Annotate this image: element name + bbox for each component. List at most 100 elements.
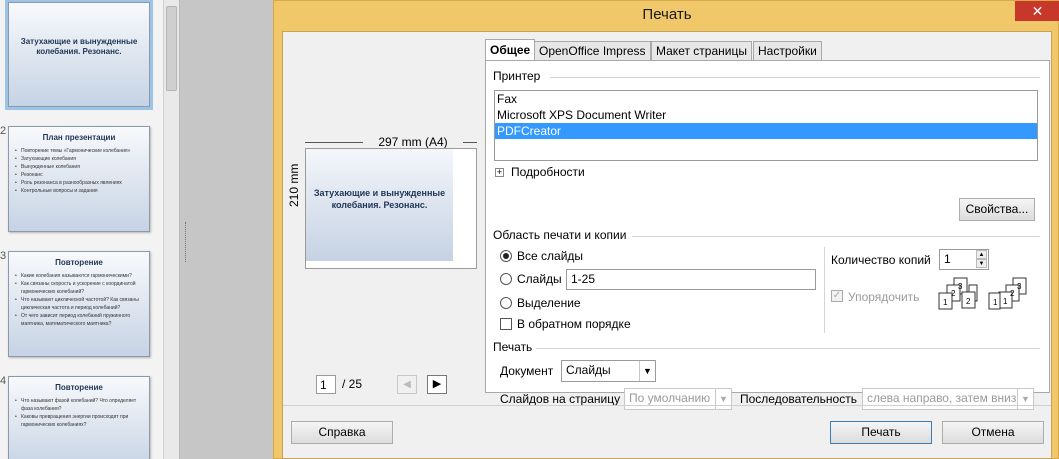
spin-down-icon[interactable]: ▼ [976,259,987,268]
svg-text:3: 3 [958,282,963,291]
print-preview: Затухающие и вынужденные колебания. Резо… [305,148,477,269]
chevron-down-icon: ▼ [639,361,655,381]
order-select-value: слева направо, затем вниз [867,391,1017,405]
slide-title: План презентации [42,133,116,142]
slide-thumbnail-4[interactable]: Повторение Что называют фазой колебаний?… [8,376,150,459]
slide-pane: Затухающие и вынужденные колебания. Резо… [0,0,180,459]
svg-text:1: 1 [993,298,998,307]
slide-bullets: Что называют фазой колебаний? Что опреде… [9,393,149,429]
tab-general[interactable]: Общее [485,39,536,61]
help-button[interactable]: Справка [291,421,393,444]
slide-thumbnail-1[interactable]: Затухающие и вынужденные колебания. Резо… [5,0,153,110]
bullet: Каковы превращения энергии происходят пр… [15,413,141,429]
triangle-right-icon: ▶ [432,378,442,390]
preview-slide-title: Затухающие и вынужденные колебания. Резо… [313,188,446,210]
printer-item-xps[interactable]: Microsoft XPS Document Writer [495,107,1037,123]
order-select[interactable]: слева направо, затем вниз ▼ [862,388,1034,410]
printer-list[interactable]: Fax Microsoft XPS Document Writer PDFCre… [494,90,1038,161]
bullet: Вынужденные колебания [15,163,141,171]
svg-text:2: 2 [966,297,971,306]
next-page-button[interactable]: ▶ [427,375,447,394]
collate-checkbox[interactable]: ✓ [831,290,843,302]
reverse-order-label[interactable]: В обратном порядке [517,317,631,331]
preview-page-total: / 25 [342,377,363,391]
close-icon: ✕ [1031,3,1044,19]
page-height-label: 210 mm [287,163,301,207]
svg-text:1: 1 [943,298,948,307]
document-area [180,0,275,459]
slide-thumbnail-3[interactable]: Повторение Какие колебания называются га… [8,251,150,357]
bullet: Роль резонанса в разнообразных явлениях [15,179,141,187]
svg-text:2: 2 [1010,289,1015,298]
bullet: От чего зависит период колебаний пружинн… [15,312,141,328]
copies-label: Количество копий [831,253,931,267]
svg-text:2: 2 [951,289,956,298]
range-group-label: Область печати и копии [493,228,627,242]
all-slides-radio[interactable] [500,250,512,262]
slide-bullets: Повторение темы «Гармонические колебания… [9,143,149,195]
vertical-scrollbar[interactable] [163,0,179,459]
slides-per-page-select[interactable]: По умолчанию ▼ [624,388,732,410]
dialog-client: 297 mm (A4) 210 mm Затухающие и вынужден… [282,31,1052,459]
slide-number: 2 [0,125,7,137]
all-slides-label[interactable]: Все слайды [517,249,583,263]
scrollbar-thumb[interactable] [166,6,177,91]
slides-radio[interactable] [500,273,512,285]
slides-range-input[interactable]: 1-25 [566,269,816,290]
collate-label[interactable]: Упорядочить [848,290,919,304]
bullet: Как связаны скорость и ускорение с коорд… [15,280,141,296]
close-button[interactable]: ✕ [1015,1,1059,21]
document-select-value: Слайды [566,363,611,377]
group-divider [550,77,1040,78]
bullet: Что называют фазой колебаний? Что опреде… [15,397,141,413]
tab-openoffice-impress[interactable]: OpenOffice Impress [534,41,651,60]
preview-page-input[interactable]: 1 [316,375,336,394]
pane-splitter[interactable] [185,222,188,262]
slide-number: 3 [0,250,7,262]
print-group-label: Печать [493,340,533,354]
document-label: Документ [500,364,554,378]
vertical-divider [824,247,825,333]
document-select[interactable]: Слайды ▼ [561,360,656,382]
preview-slide: Затухающие и вынужденные колебания. Резо… [306,149,453,261]
reverse-order-checkbox[interactable] [500,318,512,330]
slide-thumbnail-2[interactable]: План презентации Повторение темы «Гармон… [8,126,150,232]
chevron-down-icon: ▼ [1017,389,1033,409]
dialog-titlebar[interactable]: Печать ✕ [274,1,1059,31]
print-button[interactable]: Печать [830,421,932,444]
slide-title: Повторение [55,258,103,267]
print-dialog: Печать ✕ 297 mm (A4) 210 mm Затухающие и… [273,0,1059,459]
bullet: Какие колебания называются гармоническим… [15,272,141,280]
collated-pages-icon-2: 3211 [988,277,1027,310]
svg-text:3: 3 [1017,282,1022,291]
slide-bullets: Какие колебания называются гармоническим… [9,268,149,328]
cancel-button[interactable]: Отмена [942,421,1044,444]
spin-up-icon[interactable]: ▲ [976,250,987,259]
printer-item-pdfcreator[interactable]: PDFCreator [495,123,1037,139]
order-label: Последовательность [740,392,857,406]
slides-label[interactable]: Слайды [517,272,562,286]
bullet: Что называют циклической частотой? Как с… [15,296,141,312]
group-divider [536,348,1040,349]
bullet: Повторение темы «Гармонические колебания… [15,147,141,155]
dialog-title: Печать [642,6,692,23]
slide-number: 4 [0,375,7,387]
selection-radio[interactable] [500,297,512,309]
tab-page-layout[interactable]: Макет страницы [651,41,752,60]
bullet: Резонанс [15,171,141,179]
page-width-label: 297 mm (A4) [363,135,463,149]
details-expander-label[interactable]: Подробности [511,165,585,179]
previous-page-button[interactable]: ◀ [397,375,417,394]
printer-group-label: Принтер [493,69,541,83]
properties-button[interactable]: Свойства... [959,198,1035,221]
collated-pages-icon: 321 2 [938,277,978,310]
group-divider [632,236,1040,237]
selection-label[interactable]: Выделение [517,296,581,310]
printer-item-fax[interactable]: Fax [495,91,1037,107]
tab-options[interactable]: Настройки [753,41,822,60]
copies-spinner[interactable]: 1 ▲ ▼ [939,249,989,270]
slides-per-page-label: Слайдов на страницу [500,392,621,406]
slide-title: Повторение [55,383,103,392]
general-tab-panel: Принтер Fax Microsoft XPS Document Write… [485,60,1050,410]
expand-plus-icon[interactable]: + [495,168,504,177]
